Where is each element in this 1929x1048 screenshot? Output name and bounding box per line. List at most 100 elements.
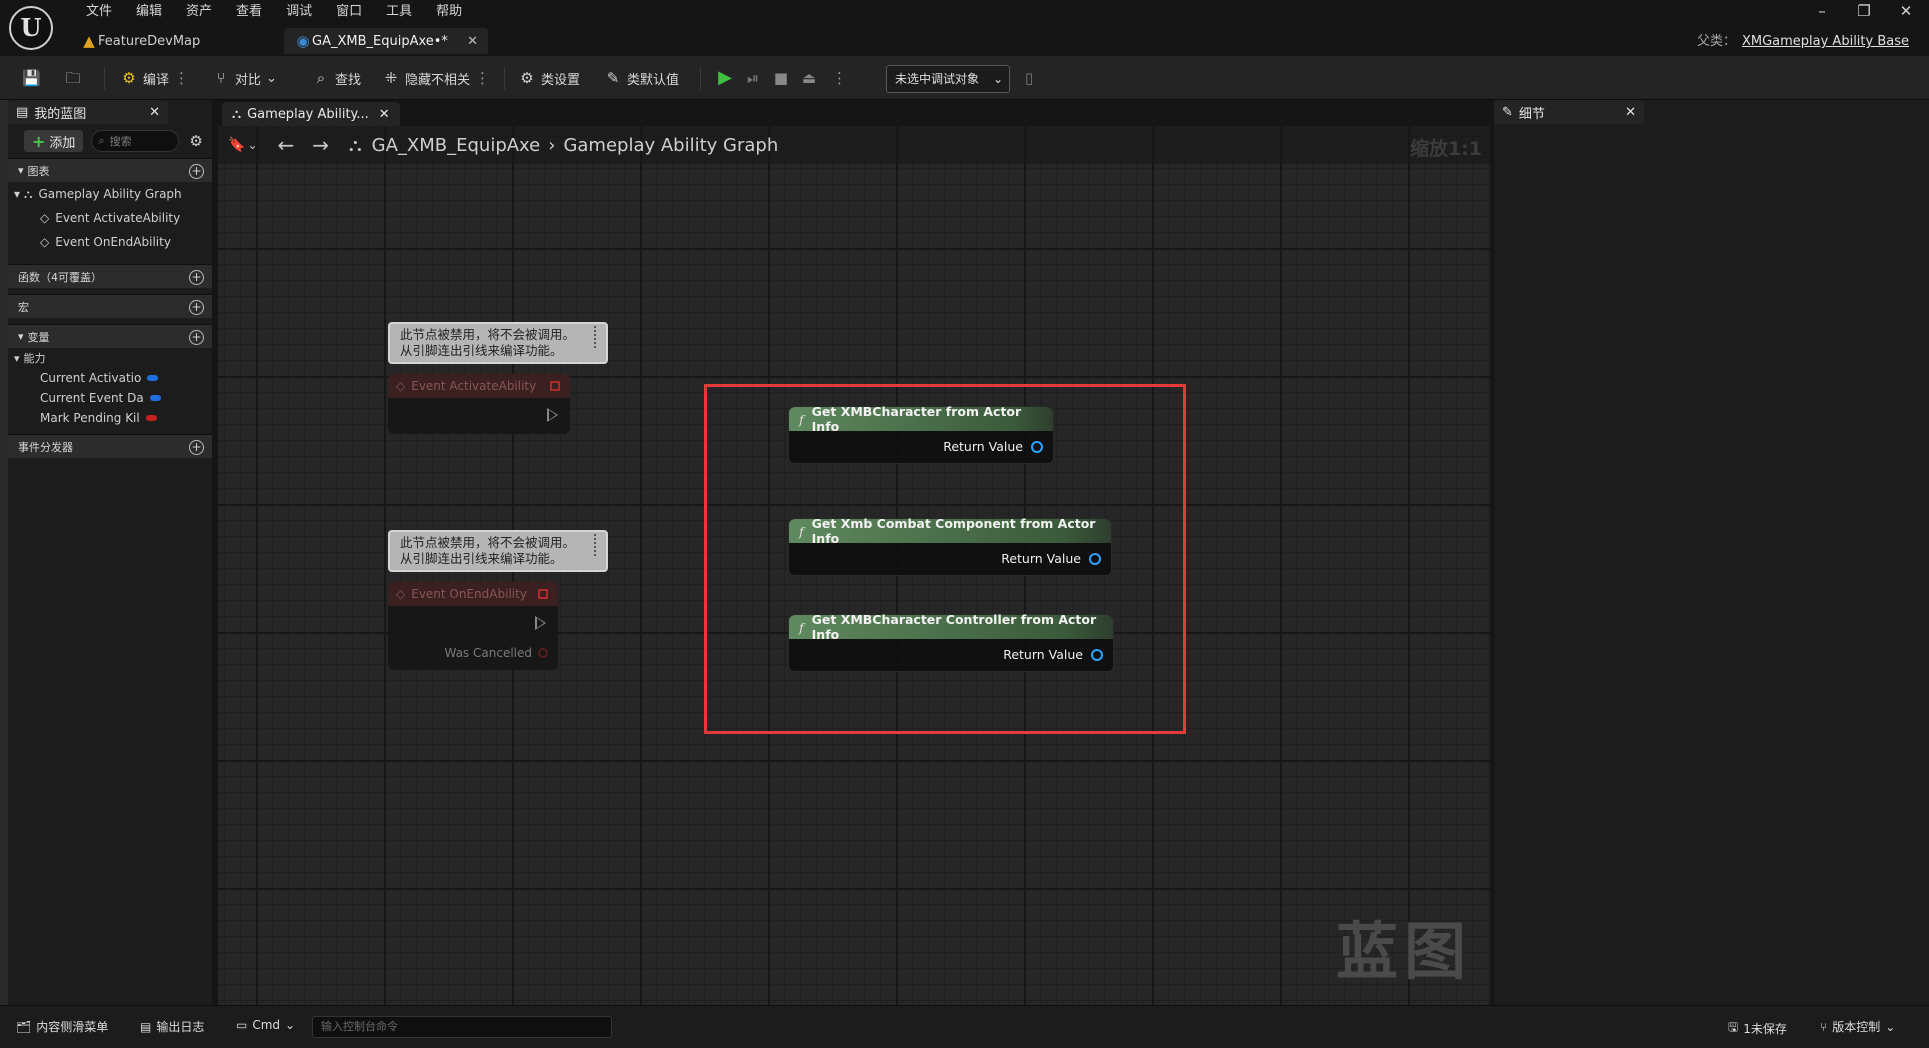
find-button[interactable]: ⌕ 查找 bbox=[312, 65, 361, 91]
pin-label: Return Value bbox=[1001, 551, 1081, 566]
parent-class-link[interactable]: XMGameplay Ability Base bbox=[1742, 34, 1909, 49]
tab-featuredevmap[interactable]: ▲ FeatureDevMap bbox=[70, 28, 210, 54]
menu-window[interactable]: 窗口 bbox=[324, 2, 374, 22]
menu-edit[interactable]: 编辑 bbox=[124, 2, 174, 22]
exec-out-pin-icon[interactable] bbox=[535, 616, 546, 630]
get-character-controller-node[interactable]: f Get XMBCharacter Controller from Actor … bbox=[788, 612, 1114, 672]
hide-unrelated-button[interactable]: ⁜ 隐藏不相关 ⋮ bbox=[382, 65, 490, 91]
class-settings-button[interactable]: ⚙ 类设置 bbox=[518, 65, 580, 91]
return-value-pin[interactable]: Return Value bbox=[943, 439, 1043, 454]
tab-gameplay-ability-graph[interactable]: ⛬ Gameplay Ability... ✕ bbox=[222, 102, 400, 126]
disabled-comment[interactable]: 此节点被禁用，将不会被调用。 从引脚连出引线来编译功能。 bbox=[388, 530, 608, 572]
menu-tools[interactable]: 工具 bbox=[374, 2, 424, 22]
variable-item[interactable]: Current Event Da bbox=[8, 388, 212, 408]
event-end-node[interactable]: ◇ Event OnEndAbility Was Cancelled bbox=[388, 582, 558, 670]
compile-status-icon: ⚙ bbox=[122, 69, 136, 87]
eject-button[interactable]: ⏏ bbox=[800, 65, 818, 91]
unsaved-button[interactable]: 🖫 1未保存 bbox=[1728, 1018, 1787, 1039]
function-icon: f bbox=[799, 523, 804, 539]
class-defaults-button[interactable]: ✎ 类默认值 bbox=[604, 65, 679, 91]
tree-graph[interactable]: ▾ ⛬ Gameplay Ability Graph bbox=[8, 182, 212, 206]
close-window-icon[interactable]: ✕ bbox=[1887, 2, 1925, 20]
back-arrow-icon[interactable]: ← bbox=[278, 133, 295, 157]
variable-item[interactable]: Current Activatio bbox=[8, 368, 212, 388]
diff-icon: ⑂ bbox=[216, 69, 226, 87]
section-event-dispatchers[interactable]: 事件分发器 + bbox=[8, 434, 212, 458]
add-button[interactable]: + 添加 bbox=[24, 130, 84, 152]
return-value-pin[interactable]: Return Value bbox=[1001, 551, 1101, 566]
event-icon: ◇ bbox=[40, 211, 50, 225]
add-variable-icon[interactable]: + bbox=[189, 330, 204, 345]
source-control-button[interactable]: ⑂ 版本控制 ⌄ bbox=[1820, 1018, 1895, 1035]
console-command-input[interactable]: 输入控制台命令 bbox=[312, 1016, 612, 1038]
stop-icon: ■ bbox=[773, 69, 789, 87]
compile-button[interactable]: ⚙ 编译 ⋮ bbox=[120, 65, 189, 91]
event-activate-node[interactable]: ◇ Event ActivateAbility bbox=[388, 374, 570, 434]
minimize-icon[interactable]: – bbox=[1803, 2, 1841, 20]
diff-button[interactable]: ⑂ 对比 ⌄ bbox=[212, 65, 276, 91]
compile-options-icon[interactable]: ⋮ bbox=[174, 69, 189, 87]
breadcrumb-asset[interactable]: GA_XMB_EquipAxe bbox=[372, 135, 541, 156]
details-tab[interactable]: ✎ 细节 ✕ bbox=[1494, 100, 1644, 124]
menu-file[interactable]: 文件 bbox=[74, 2, 124, 22]
chevron-down-icon[interactable]: ⌄ bbox=[247, 138, 257, 152]
save-button[interactable]: 💾 bbox=[22, 65, 41, 91]
add-dispatcher-icon[interactable]: + bbox=[189, 440, 204, 455]
tree-event-end[interactable]: ◇ Event OnEndAbility bbox=[8, 230, 212, 254]
close-panel-icon[interactable]: ✕ bbox=[149, 105, 160, 120]
browse-button[interactable]: 🗀 bbox=[64, 65, 82, 91]
bool-pin-icon[interactable] bbox=[538, 648, 548, 658]
menu-debug[interactable]: 调试 bbox=[274, 2, 324, 22]
menu-help[interactable]: 帮助 bbox=[424, 2, 474, 22]
get-xmbcharacter-node[interactable]: f Get XMBCharacter from Actor Info Return… bbox=[788, 404, 1054, 464]
add-macro-icon[interactable]: + bbox=[189, 300, 204, 315]
blueprint-icon: ◉ bbox=[296, 32, 310, 50]
graph-canvas[interactable]: 🔖 ⌄ ← → ⛬ GA_XMB_EquipAxe › Gameplay Abi… bbox=[218, 126, 1490, 1005]
unreal-logo-icon[interactable]: U bbox=[9, 6, 53, 50]
search-icon: ⌕ bbox=[98, 134, 105, 147]
menu-view[interactable]: 查看 bbox=[224, 2, 274, 22]
hide-options-icon[interactable]: ⋮ bbox=[475, 69, 490, 87]
class-settings-label: 类设置 bbox=[541, 72, 581, 88]
bookmark-icon[interactable]: 🔖 bbox=[228, 137, 245, 153]
disabled-comment[interactable]: 此节点被禁用，将不会被调用。 从引脚连出引线来编译功能。 bbox=[388, 322, 608, 364]
close-panel-icon[interactable]: ✕ bbox=[1625, 105, 1636, 120]
exec-out-pin-icon[interactable] bbox=[547, 408, 558, 422]
forward-arrow-icon[interactable]: → bbox=[312, 133, 329, 157]
tab-ga-xmb-equipaxe[interactable]: ◉ GA_XMB_EquipAxe•* ✕ bbox=[284, 28, 488, 54]
tree-event-activate[interactable]: ◇ Event ActivateAbility bbox=[8, 206, 212, 230]
delegate-pin-icon[interactable] bbox=[550, 381, 560, 391]
stop-button[interactable]: ■ bbox=[772, 65, 790, 91]
cmd-select[interactable]: ▭ Cmd ⌄ bbox=[236, 1018, 295, 1032]
find-label: 查找 bbox=[335, 72, 362, 88]
breadcrumb-graph[interactable]: Gameplay Ability Graph bbox=[563, 135, 778, 156]
play-button[interactable]: ▶ bbox=[716, 65, 734, 91]
variable-category[interactable]: ▾ 能力 bbox=[8, 348, 212, 368]
close-tab-icon[interactable]: ✕ bbox=[467, 34, 478, 49]
section-functions[interactable]: 函数（4可覆盖） + bbox=[8, 264, 212, 288]
menu-asset[interactable]: 资产 bbox=[174, 2, 224, 22]
output-log-button[interactable]: ▤ 输出日志 bbox=[140, 1018, 204, 1035]
debug-target-select[interactable]: 未选中调试对象 ⌄ bbox=[886, 65, 1010, 93]
section-macros[interactable]: 宏 + bbox=[8, 294, 212, 318]
variable-item[interactable]: Mark Pending Kil bbox=[8, 408, 212, 428]
add-function-icon[interactable]: + bbox=[189, 270, 204, 285]
toolbar: 💾 🗀 ⚙ 编译 ⋮ ⑂ 对比 ⌄ ⌕ 查找 ⁜ 隐藏不相关 ⋮ ⚙ 类设置 ✎… bbox=[0, 56, 1929, 100]
debug-filter-button[interactable]: ▯ bbox=[1020, 65, 1038, 91]
step-button[interactable]: ⏯ bbox=[744, 65, 762, 91]
get-combat-component-node[interactable]: f Get Xmb Combat Component from Actor Inf… bbox=[788, 516, 1112, 576]
play-options-button[interactable]: ⋮ bbox=[832, 65, 847, 91]
my-blueprint-tab[interactable]: ▤ 我的蓝图 ✕ bbox=[8, 100, 168, 124]
section-graphs[interactable]: ▾ 图表 + bbox=[8, 158, 212, 182]
delegate-pin-icon[interactable] bbox=[538, 589, 548, 599]
section-variables[interactable]: ▾ 变量 + bbox=[8, 324, 212, 348]
section-label: 宏 bbox=[18, 300, 29, 314]
add-graph-icon[interactable]: + bbox=[189, 164, 204, 179]
restore-icon[interactable]: ❐ bbox=[1845, 2, 1883, 20]
gear-icon[interactable]: ⚙ bbox=[189, 132, 202, 150]
play-icon: ▶ bbox=[718, 67, 732, 88]
return-value-pin[interactable]: Return Value bbox=[1003, 647, 1103, 662]
close-tab-icon[interactable]: ✕ bbox=[379, 107, 390, 122]
search-input[interactable]: ⌕ 搜索 bbox=[91, 130, 180, 152]
content-drawer-button[interactable]: 🗂 内容侧滑菜单 bbox=[16, 1018, 108, 1035]
